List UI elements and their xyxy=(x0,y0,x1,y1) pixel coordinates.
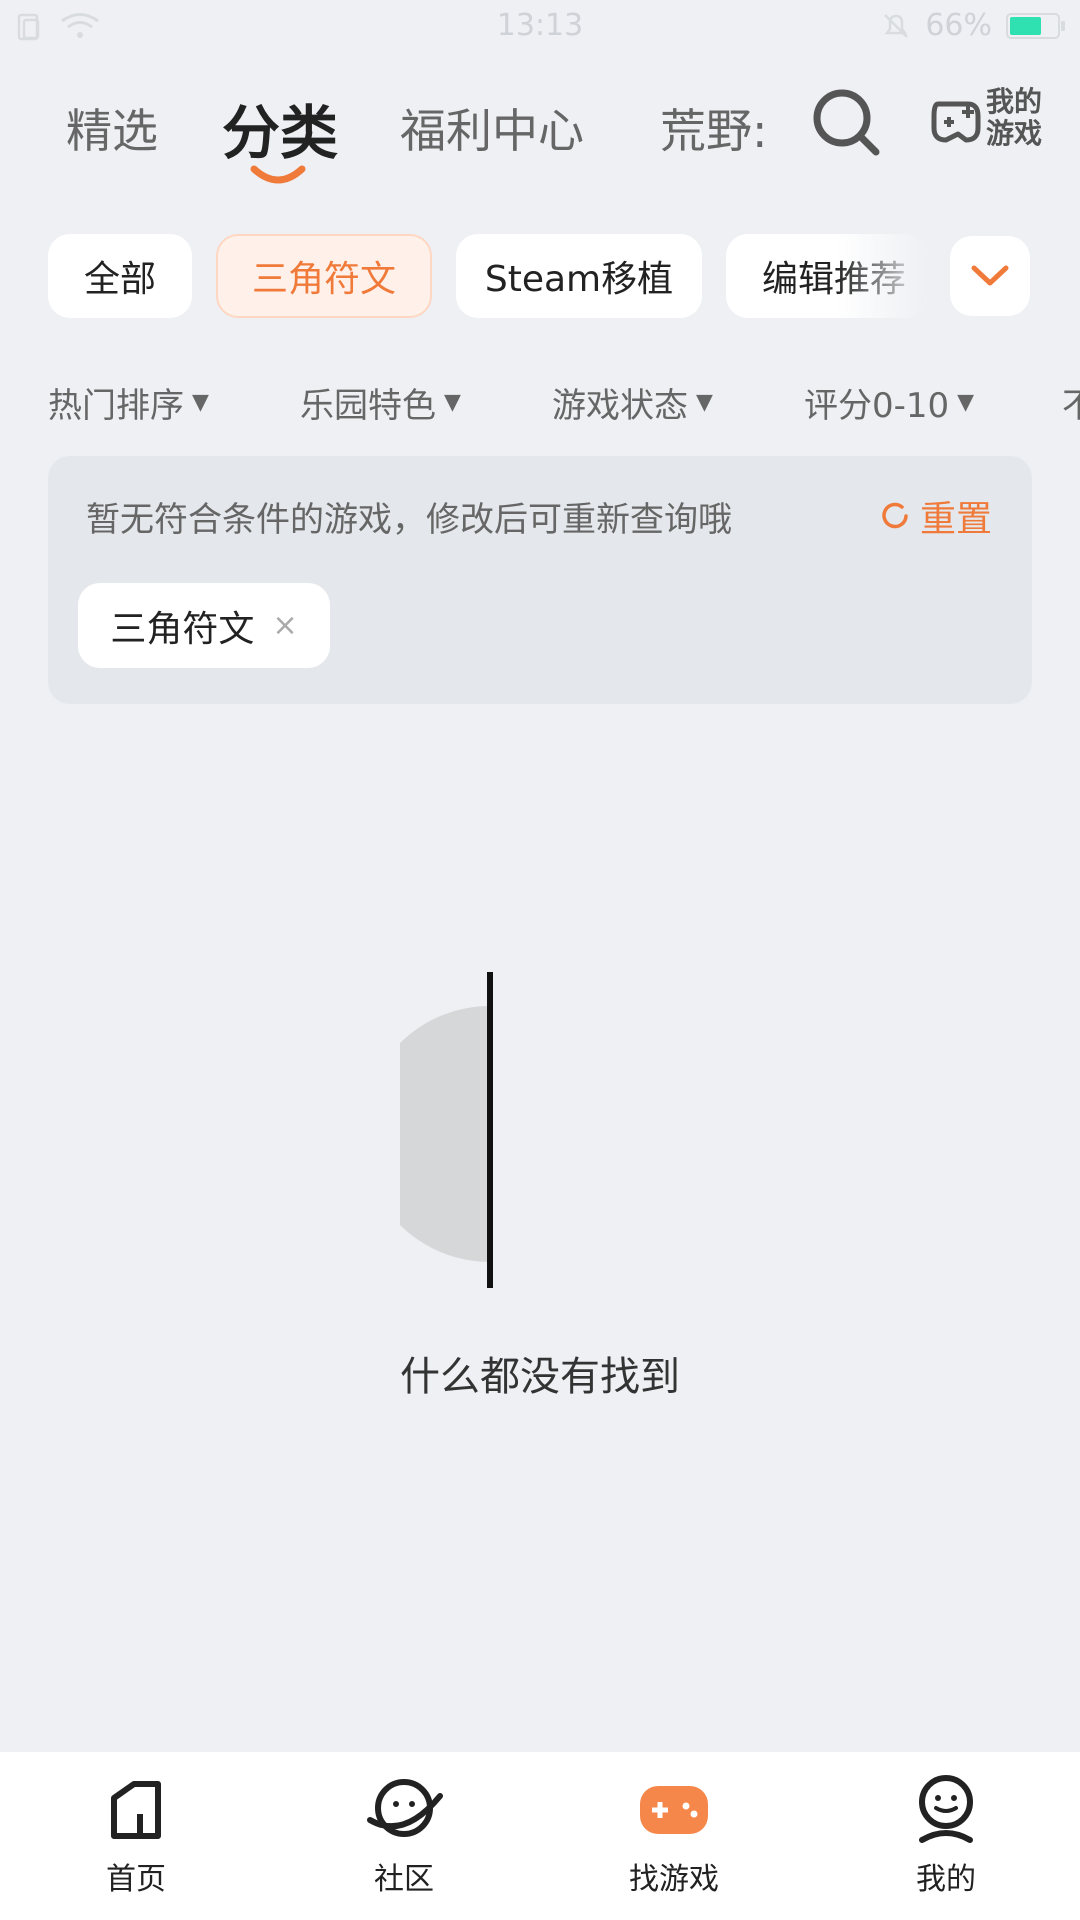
status-bar: 13:13 66% xyxy=(0,0,1080,56)
my-games-line1: 我的 xyxy=(986,85,1043,118)
filter-status-label: 游戏状态 xyxy=(552,386,688,426)
refresh-icon xyxy=(882,502,908,529)
tab-active-indicator xyxy=(250,165,306,184)
empty-state-text: 什么都没有找到 xyxy=(400,1354,680,1400)
filter-sort-label: 热门排序 xyxy=(48,386,184,426)
filter-more-label: 不 xyxy=(1062,386,1080,426)
nav-community[interactable]: 社区 xyxy=(314,1770,494,1898)
close-icon[interactable]: × xyxy=(272,608,297,643)
bell-muted-icon xyxy=(884,13,909,38)
search-icon[interactable] xyxy=(810,86,882,158)
triangle-down-icon: ▼ xyxy=(696,390,713,415)
expand-categories-button[interactable] xyxy=(950,236,1030,316)
my-games-line2: 游戏 xyxy=(986,117,1043,150)
filter-status[interactable]: 游戏状态 ▼ xyxy=(552,378,713,427)
chip-steam-port[interactable]: Steam移植 xyxy=(456,234,702,318)
tab-wilderness[interactable]: 荒野: xyxy=(660,95,764,161)
nav-community-label: 社区 xyxy=(374,1862,434,1897)
reset-label: 重置 xyxy=(920,499,993,540)
filter-more[interactable]: 不 xyxy=(1062,378,1080,427)
chevron-down-icon xyxy=(971,265,1009,286)
nav-find-games[interactable]: 找游戏 xyxy=(584,1770,764,1898)
filter-sort[interactable]: 热门排序 ▼ xyxy=(48,378,209,427)
reset-button[interactable]: 重置 xyxy=(880,490,992,542)
nav-mine[interactable]: 我的 xyxy=(856,1770,1036,1898)
no-result-message: 暂无符合条件的游戏，修改后可重新查询哦 xyxy=(86,500,732,540)
chip-editor-picks[interactable]: 编辑推荐 xyxy=(726,234,926,318)
filter-features[interactable]: 乐园特色 ▼ xyxy=(300,378,461,427)
my-games-link[interactable]: 我的 游戏 xyxy=(986,86,1042,150)
selected-tag-label: 三角符文 xyxy=(110,608,255,650)
battery-percent: 66% xyxy=(925,8,992,43)
empty-state-illustration xyxy=(400,972,493,1288)
filter-rating-label: 评分0-10 xyxy=(804,386,950,426)
triangle-down-icon: ▼ xyxy=(957,390,975,415)
filter-features-label: 乐园特色 xyxy=(300,386,436,426)
triangle-down-icon: ▼ xyxy=(192,390,209,415)
tab-category[interactable]: 分类 xyxy=(222,86,338,170)
nav-home[interactable]: 首页 xyxy=(46,1770,226,1898)
chip-deltarune[interactable]: 三角符文 xyxy=(216,234,432,318)
face-icon xyxy=(919,1775,973,1843)
nav-home-label: 首页 xyxy=(106,1862,166,1897)
gamepad-add-icon[interactable] xyxy=(928,94,984,150)
home-icon xyxy=(111,1781,161,1839)
planet-icon xyxy=(367,1779,443,1837)
chip-all[interactable]: 全部 xyxy=(48,234,192,318)
tab-welfare-center[interactable]: 福利中心 xyxy=(400,95,584,161)
filter-rating[interactable]: 评分0-10 ▼ xyxy=(804,378,974,427)
nav-find-games-label: 找游戏 xyxy=(629,1862,719,1897)
tab-featured[interactable]: 精选 xyxy=(66,95,158,161)
triangle-down-icon: ▼ xyxy=(444,390,461,415)
battery-icon xyxy=(1006,12,1065,39)
selected-tag[interactable]: 三角符文 × xyxy=(78,583,330,668)
nav-mine-label: 我的 xyxy=(916,1862,976,1897)
gamepad-icon xyxy=(640,1786,708,1834)
